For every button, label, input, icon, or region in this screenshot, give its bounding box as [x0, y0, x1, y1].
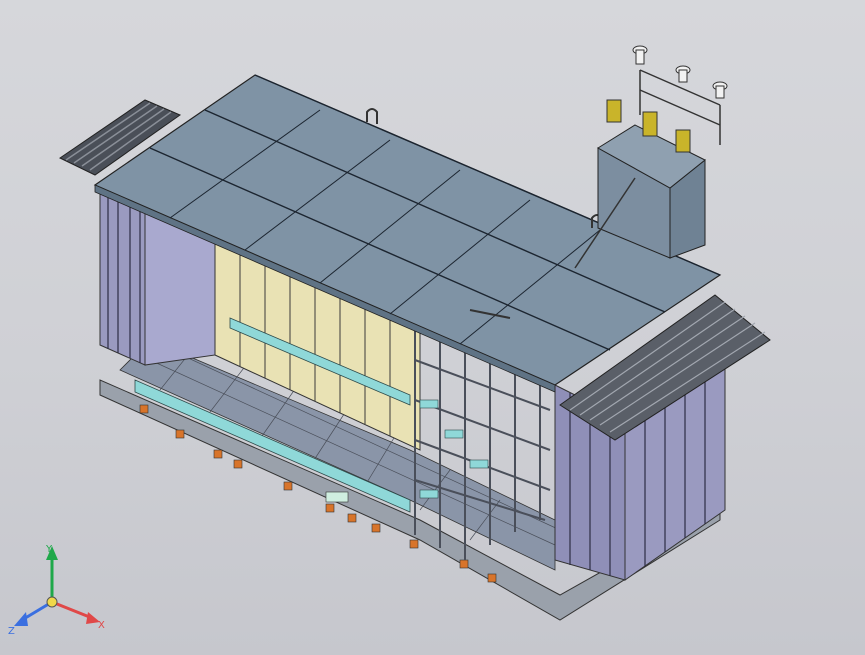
y-axis-label: Y — [45, 544, 53, 555]
x-axis-line — [51, 600, 93, 620]
z-axis-label: Z — [8, 626, 15, 637]
substation-model[interactable]: Y X Z — [8, 45, 771, 637]
white-insulators — [632, 45, 728, 99]
cad-viewport[interactable]: Y X Z — [0, 0, 865, 655]
left-end-wall — [99, 184, 146, 366]
z-axis-arrow-icon — [14, 612, 28, 626]
axis-origin-icon — [46, 596, 58, 608]
axis-triad[interactable]: Y X Z — [8, 544, 105, 637]
x-axis-label: X — [98, 620, 105, 631]
floor-hatch — [325, 491, 349, 503]
roof-lifting-eye-left — [366, 108, 378, 124]
